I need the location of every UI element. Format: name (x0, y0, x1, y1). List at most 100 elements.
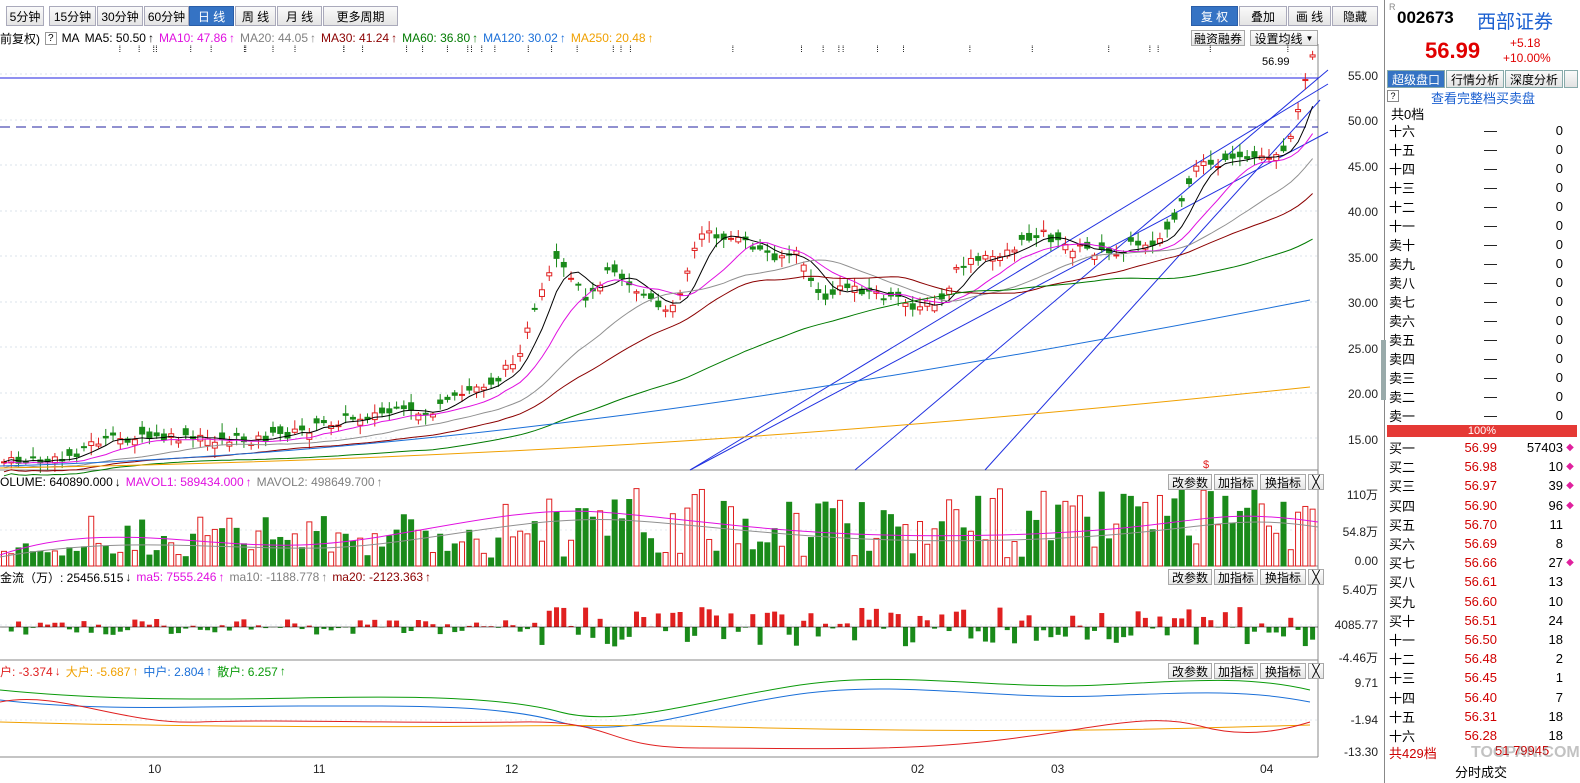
buy-level-row[interactable]: 买六 56.69 8 (1389, 534, 1577, 553)
close-panel-icon[interactable]: ╳ (1308, 569, 1324, 585)
sell-level-row[interactable]: 卖二 — 0 (1389, 387, 1577, 406)
level-name: 十三 (1389, 181, 1416, 196)
panel-option-button[interactable]: 换指标 (1260, 474, 1306, 490)
level-volume: 8 (1555, 536, 1563, 551)
level-name: 卖九 (1389, 257, 1416, 272)
trend-arrow-icon: ↑ (425, 570, 432, 584)
svg-text:⁞: ⁞ (822, 44, 825, 54)
stock-name: 西部证券 (1477, 12, 1554, 33)
level-price: — (1484, 275, 1497, 290)
level-price: — (1484, 408, 1497, 423)
level-name: 十四 (1389, 162, 1416, 177)
tab-more[interactable] (1564, 70, 1578, 88)
date-axis-label: 11 (313, 762, 326, 776)
buy-level-row[interactable]: 十四 56.40 7 (1389, 688, 1577, 707)
svg-text:⁞: ⁞ (969, 44, 972, 54)
tab-super-order-book[interactable]: 超级盘口 (1387, 70, 1445, 88)
trend-arrow-icon: ↑ (132, 664, 139, 678)
level-volume: 0 (1555, 408, 1563, 423)
sell-level-row[interactable]: 卖十 — 0 (1389, 235, 1577, 254)
level-price: 56.60 (1464, 593, 1497, 609)
buy-level-row[interactable]: 十二 56.48 2 (1389, 649, 1577, 668)
quote-panel: R 002673 西部证券 56.99 +5.18 +10.00% 超级盘口 行… (1384, 0, 1580, 783)
order-dot-icon: ◆ (1566, 557, 1574, 569)
help-icon[interactable]: ? (1387, 90, 1399, 102)
level-volume: 27 (1548, 555, 1563, 571)
trend-arrow-icon: ↓ (114, 475, 121, 489)
trend-arrow-icon: ↑ (321, 570, 328, 584)
tab-market-analysis[interactable]: 行情分析 (1446, 70, 1504, 88)
panel-option-button[interactable]: 换指标 (1260, 569, 1306, 585)
close-panel-icon[interactable]: ╳ (1308, 663, 1324, 679)
level-volume: 2 (1555, 651, 1563, 667)
flow2-axis-label: 9.71 (1354, 676, 1378, 690)
level-volume: 11 (1549, 516, 1564, 532)
sell-level-row[interactable]: 卖五 — 0 (1389, 330, 1577, 349)
flow_row-legend-item: ma20: -2123.363 (332, 570, 424, 584)
buy-level-row[interactable]: 十三 56.45 1 (1389, 668, 1577, 687)
tab-depth-analysis[interactable]: 深度分析 (1505, 70, 1563, 88)
level-price: — (1484, 123, 1497, 138)
tick-trades-tab[interactable]: 分时成交 (1455, 762, 1507, 781)
sell-level-row[interactable]: 卖九 — 0 (1389, 254, 1577, 273)
sell-level-row[interactable]: 卖六 — 0 (1389, 311, 1577, 330)
buy-level-row[interactable]: 买五 56.70 11 (1389, 515, 1577, 534)
flow2-axis-label: -13.30 (1343, 745, 1378, 759)
buy-level-row[interactable]: 买二 56.98 10 ◆ (1389, 457, 1577, 476)
svg-text:⁞: ⁞ (902, 44, 905, 54)
price-axis-label: 45.00 (1347, 160, 1378, 174)
svg-text:⁞: ⁞ (494, 44, 497, 54)
level-volume: 7 (1555, 689, 1563, 705)
sell-level-row[interactable]: 十三 — 0 (1389, 178, 1577, 197)
flow-axis-label: 4085.77 (1334, 618, 1378, 632)
buy-level-row[interactable]: 买七 56.66 27 ◆ (1389, 553, 1577, 572)
level-name: 十六 (1389, 124, 1416, 139)
level-name: 卖五 (1389, 333, 1416, 348)
price-axis-label: 50.00 (1347, 114, 1378, 128)
sell-level-row[interactable]: 卖四 — 0 (1389, 349, 1577, 368)
level-volume: 0 (1555, 142, 1563, 157)
buy-level-row[interactable]: 十五 56.31 18 (1389, 707, 1577, 726)
sell-level-row[interactable]: 卖三 — 0 (1389, 368, 1577, 387)
buy-level-row[interactable]: 买十 56.51 24 (1389, 611, 1577, 630)
buy-level-row[interactable]: 十一 56.50 18 (1389, 630, 1577, 649)
level-volume: 0 (1555, 199, 1563, 214)
panel-option-button[interactable]: 改参数 (1168, 569, 1212, 585)
panel-option-button[interactable]: 换指标 (1260, 663, 1306, 679)
sell-level-row[interactable]: 十一 — 0 (1389, 216, 1577, 235)
level-name: 买六 (1389, 537, 1416, 552)
svg-text:⁞: ⁞ (190, 44, 193, 54)
close-panel-icon[interactable]: ╳ (1308, 474, 1324, 490)
sell-level-row[interactable]: 十四 — 0 (1389, 159, 1577, 178)
svg-text:⁞: ⁞ (842, 44, 845, 54)
sell-level-row[interactable]: 卖八 — 0 (1389, 273, 1577, 292)
svg-text:⁞: ⁞ (405, 44, 408, 54)
panel-option-button[interactable]: 加指标 (1214, 569, 1258, 585)
panel-option-button[interactable]: 加指标 (1214, 663, 1258, 679)
level-name: 买十 (1389, 613, 1416, 629)
sell-level-row[interactable]: 卖一 — 0 (1389, 406, 1577, 425)
panel-option-button[interactable]: 加指标 (1214, 474, 1258, 490)
sell-level-row[interactable]: 十二 — 0 (1389, 197, 1577, 216)
sell-level-row[interactable]: 十六 — 0 (1389, 121, 1577, 140)
full-order-book-link[interactable]: 查看完整档买卖盘 (1431, 88, 1535, 107)
buy-level-row[interactable]: 买九 56.60 10 (1389, 592, 1577, 611)
buy-level-row[interactable]: 买三 56.97 39 ◆ (1389, 476, 1577, 495)
level-name: 买七 (1389, 556, 1416, 572)
panel-option-button[interactable]: 改参数 (1168, 474, 1212, 490)
buy-level-row[interactable]: 买四 56.90 96 ◆ (1389, 496, 1577, 515)
buy-level-row[interactable]: 买八 56.61 13 (1389, 572, 1577, 591)
level-name: 买四 (1389, 498, 1416, 514)
buy-level-row[interactable]: 买一 56.99 57403 ◆ (1389, 438, 1577, 457)
level-price: — (1484, 237, 1497, 252)
price-axis-label: 40.00 (1347, 205, 1378, 219)
sell-level-row[interactable]: 卖七 — 0 (1389, 292, 1577, 311)
sell-level-row[interactable]: 十五 — 0 (1389, 140, 1577, 159)
level-volume: 0 (1555, 313, 1563, 328)
level-price: — (1484, 389, 1497, 404)
svg-text:⁞: ⁞ (210, 44, 213, 54)
panel-option-button[interactable]: 改参数 (1168, 663, 1212, 679)
panel-splitter[interactable] (1381, 340, 1386, 400)
level-price: 56.40 (1464, 689, 1497, 705)
price-axis-label: 25.00 (1347, 342, 1378, 356)
